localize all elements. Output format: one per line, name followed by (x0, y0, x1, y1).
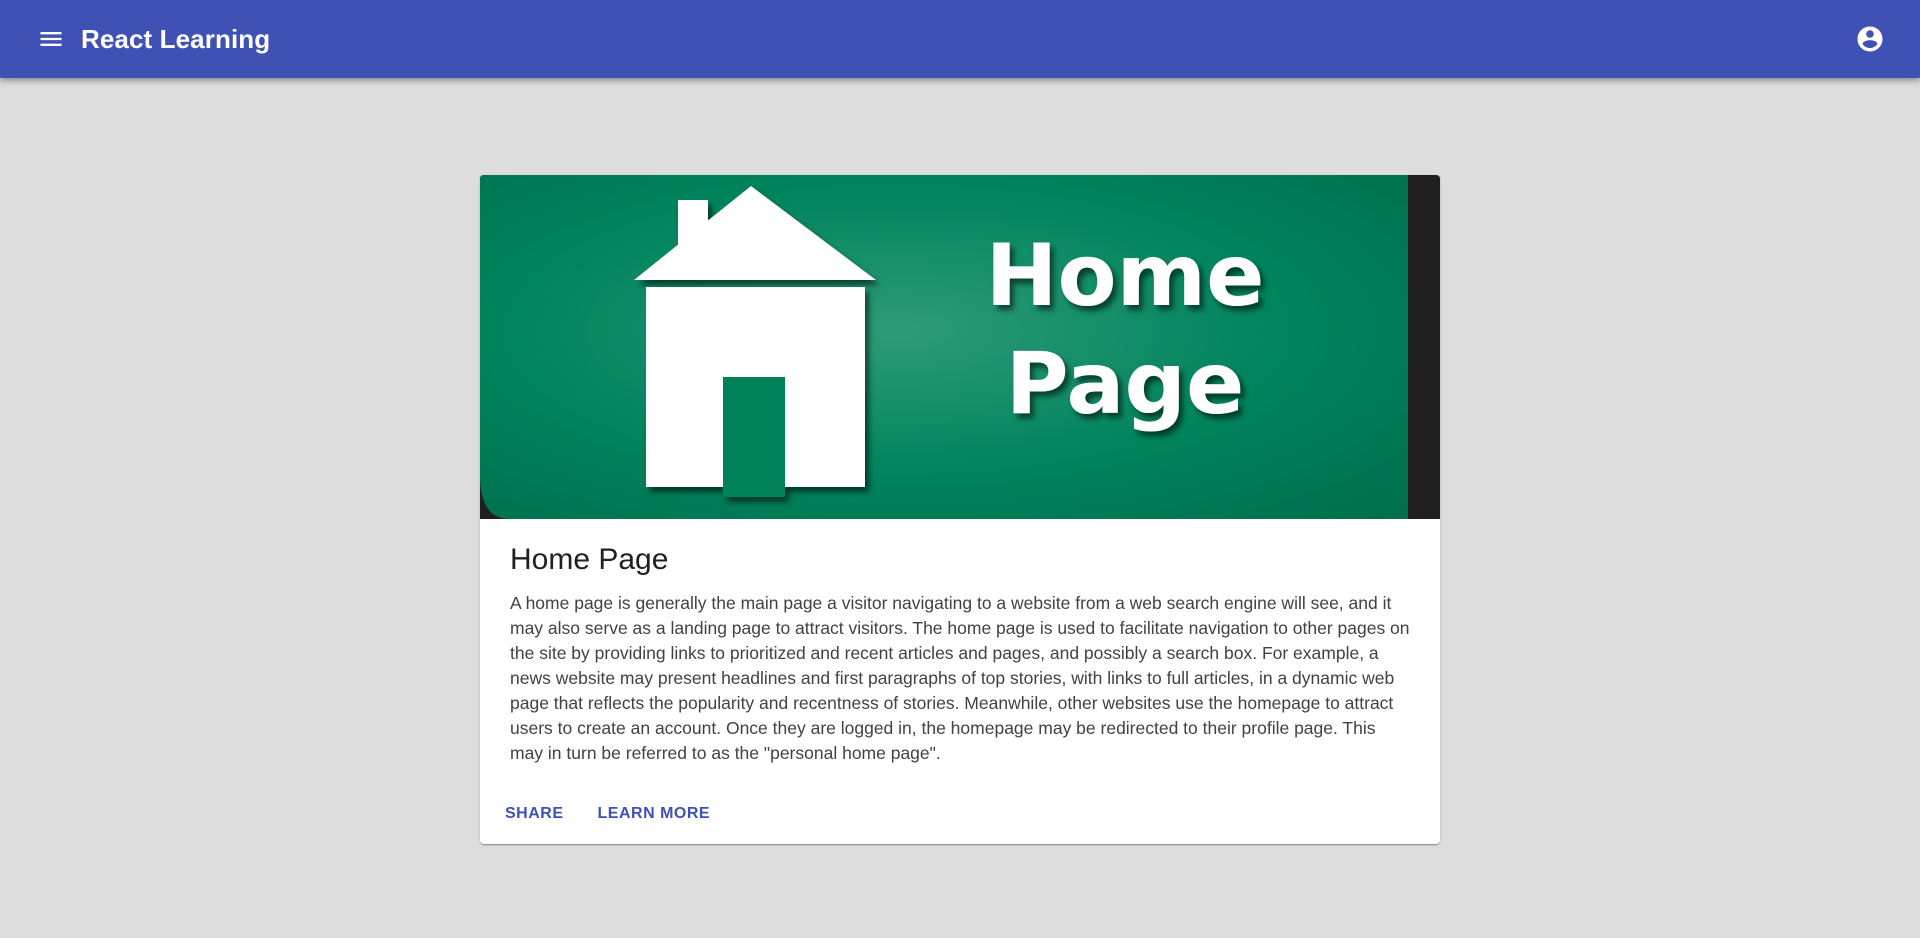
card-title: Home Page (510, 543, 669, 576)
menu-icon (40, 32, 62, 46)
card-actions: SHARE LEARN MORE (480, 784, 1440, 844)
account-button[interactable] (1844, 13, 1896, 65)
banner-text-line1: Home (986, 226, 1265, 326)
learn-more-button[interactable]: LEARN MORE (589, 797, 720, 831)
banner-text-line2: Page (1006, 334, 1245, 434)
card-media-image: Home Page (480, 175, 1440, 519)
home-page-banner: Home Page (480, 175, 1440, 519)
home-page-card: Home Page Home Page A home page is gener… (480, 175, 1440, 844)
app-bar: React Learning (0, 0, 1920, 78)
card-content: Home Page A home page is generally the m… (480, 519, 1440, 766)
card-description: A home page is generally the main page a… (510, 593, 1410, 763)
menu-button[interactable] (26, 14, 76, 64)
app-title: React Learning (81, 23, 271, 54)
share-button[interactable]: SHARE (496, 797, 573, 831)
account-circle-icon (1857, 26, 1883, 52)
